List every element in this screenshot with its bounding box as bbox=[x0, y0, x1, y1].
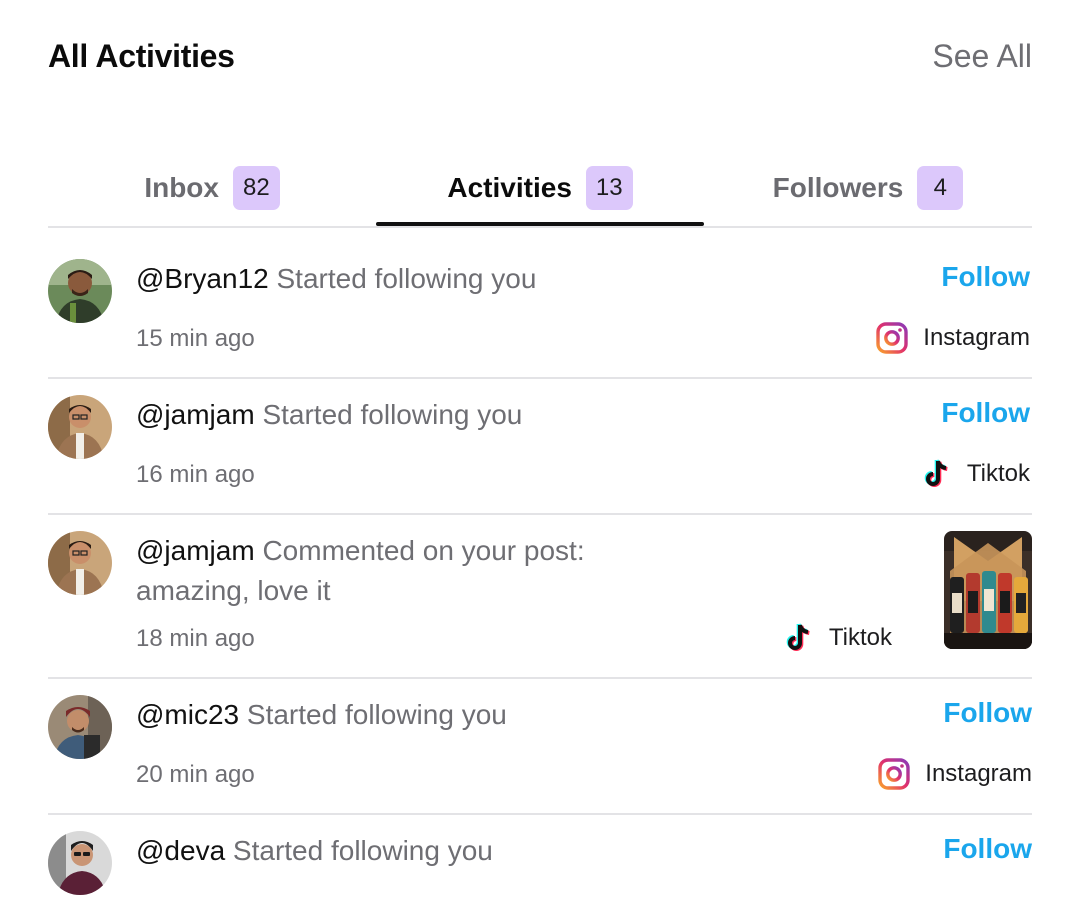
activity-row[interactable]: @jamjam Started following you 16 min ago… bbox=[48, 395, 1032, 513]
tiktok-icon bbox=[924, 459, 948, 487]
panel-header: All Activities See All bbox=[48, 38, 1032, 82]
avatar[interactable] bbox=[48, 695, 112, 759]
platform-name: Instagram bbox=[923, 324, 1030, 351]
follow-button[interactable]: Follow bbox=[941, 397, 1030, 429]
follow-button[interactable]: Follow bbox=[941, 261, 1030, 293]
tab-inbox-label: Inbox bbox=[144, 172, 219, 203]
user-handle[interactable]: @jamjam bbox=[136, 399, 255, 430]
user-handle[interactable]: @mic23 bbox=[136, 699, 239, 730]
tab-activities-count-badge: 13 bbox=[585, 166, 633, 210]
tab-activities-label: Activities bbox=[447, 172, 572, 203]
platform-source: Instagram bbox=[877, 757, 1032, 791]
user-handle[interactable]: @jamjam bbox=[136, 535, 255, 566]
activity-text: @mic23 Started following you bbox=[136, 695, 507, 735]
activity-action: Started following you bbox=[276, 263, 537, 294]
row-divider bbox=[48, 513, 1032, 515]
activities-panel: All Activities See All Inbox 82 Activiti… bbox=[0, 0, 1080, 911]
instagram-icon bbox=[878, 758, 910, 790]
avatar[interactable] bbox=[48, 831, 112, 895]
active-tab-indicator bbox=[376, 222, 704, 226]
platform-name: Tiktok bbox=[966, 460, 1030, 487]
platform-source: Tiktok bbox=[781, 621, 892, 655]
avatar[interactable] bbox=[48, 395, 112, 459]
activity-row[interactable]: @jamjam Commented on your post: amazing,… bbox=[48, 531, 1032, 677]
page-title: All Activities bbox=[48, 38, 235, 74]
activity-time: 15 min ago bbox=[136, 325, 255, 352]
tab-inbox-count-badge: 82 bbox=[232, 166, 280, 210]
comment-text: amazing, love it bbox=[136, 575, 331, 606]
activity-row[interactable]: @Bryan12 Started following you 15 min ag… bbox=[48, 259, 1032, 377]
row-divider bbox=[48, 677, 1032, 679]
activity-action: Commented on your post: bbox=[262, 535, 585, 566]
activity-text: @Bryan12 Started following you bbox=[136, 259, 536, 299]
post-thumbnail[interactable] bbox=[944, 531, 1032, 649]
tab-bar: Inbox 82 Activities 13 Followers 4 bbox=[48, 150, 1032, 228]
tab-followers-label: Followers bbox=[772, 172, 904, 203]
activity-action: Started following you bbox=[246, 699, 507, 730]
platform-source: Tiktok bbox=[919, 457, 1030, 491]
tab-inbox[interactable]: Inbox 82 bbox=[48, 150, 376, 226]
activity-text: @jamjam Commented on your post: bbox=[136, 531, 585, 571]
activity-row[interactable]: @deva Started following you Follow bbox=[48, 831, 1032, 911]
tab-activities[interactable]: Activities 13 bbox=[376, 150, 704, 226]
activity-time: 18 min ago bbox=[136, 625, 255, 652]
instagram-icon bbox=[876, 322, 908, 354]
avatar[interactable] bbox=[48, 531, 112, 595]
user-handle[interactable]: @deva bbox=[136, 835, 225, 866]
row-divider bbox=[48, 377, 1032, 379]
user-handle[interactable]: @Bryan12 bbox=[136, 263, 269, 294]
tab-followers-count-badge: 4 bbox=[917, 166, 964, 210]
platform-name: Instagram bbox=[925, 760, 1032, 787]
tabs-divider bbox=[48, 226, 1032, 228]
avatar[interactable] bbox=[48, 259, 112, 323]
follow-button[interactable]: Follow bbox=[943, 697, 1032, 729]
platform-source: Instagram bbox=[875, 321, 1030, 355]
tiktok-icon bbox=[786, 623, 810, 651]
activity-text: @jamjam Started following you bbox=[136, 395, 522, 435]
activity-action: Started following you bbox=[232, 835, 493, 866]
activity-time: 20 min ago bbox=[136, 761, 255, 788]
platform-name: Tiktok bbox=[828, 624, 892, 651]
activity-action: Started following you bbox=[262, 399, 523, 430]
see-all-link[interactable]: See All bbox=[932, 38, 1032, 75]
tab-followers[interactable]: Followers 4 bbox=[704, 150, 1032, 226]
activity-row[interactable]: @mic23 Started following you 20 min ago … bbox=[48, 695, 1032, 813]
follow-button[interactable]: Follow bbox=[943, 833, 1032, 865]
activity-time: 16 min ago bbox=[136, 461, 255, 488]
row-divider bbox=[48, 813, 1032, 815]
activity-text: @deva Started following you bbox=[136, 831, 493, 871]
